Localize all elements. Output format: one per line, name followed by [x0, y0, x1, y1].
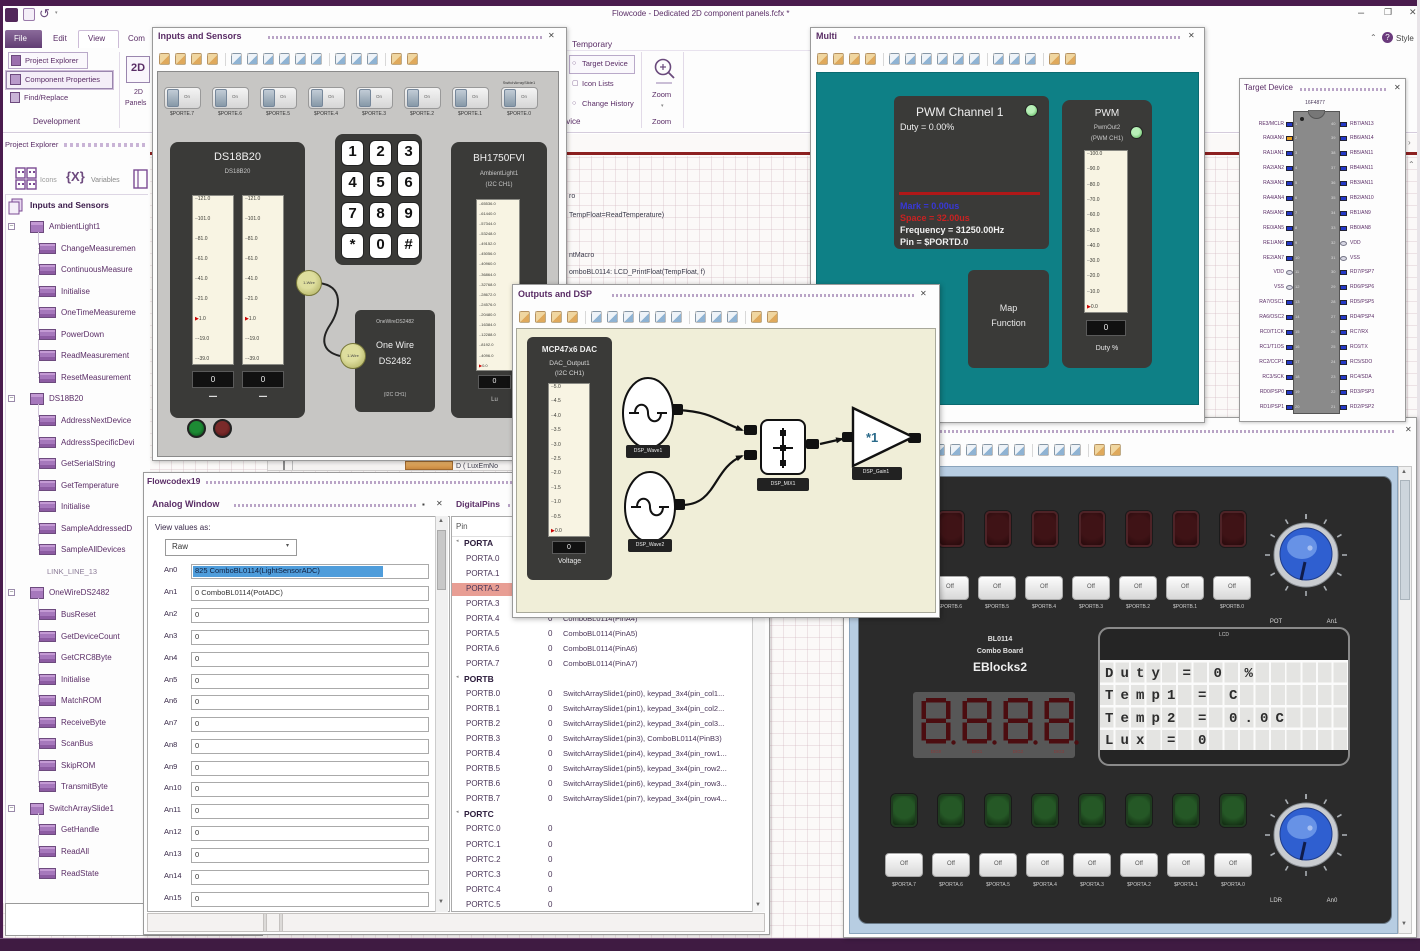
- svg-text:*1: *1: [866, 430, 878, 445]
